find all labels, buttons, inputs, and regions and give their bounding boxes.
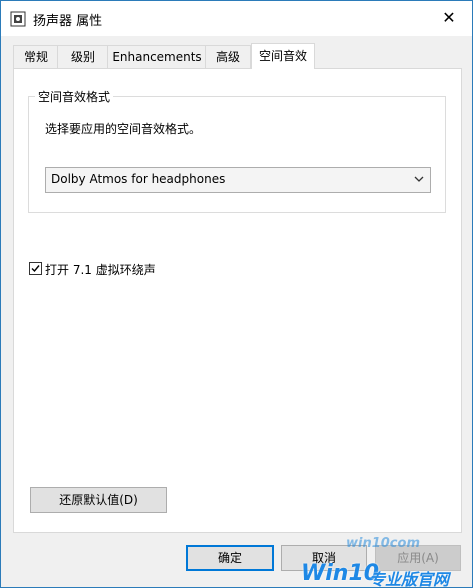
tab-enhancements[interactable]: Enhancements	[107, 45, 207, 68]
speaker-icon	[10, 11, 26, 27]
spatial-format-group: 空间音效格式 选择要应用的空间音效格式。 Dolby Atmos for hea…	[28, 88, 446, 213]
title-bar[interactable]: 扬声器 属性 ✕	[1, 1, 472, 36]
restore-defaults-button[interactable]: 还原默认值(D)	[30, 487, 167, 513]
window-title: 扬声器 属性	[33, 14, 103, 29]
dropdown-value: Dolby Atmos for headphones	[51, 172, 226, 186]
group-label: 空间音效格式	[35, 88, 114, 105]
chevron-down-icon	[414, 176, 424, 182]
virtual-surround-label: 打开 7.1 虚拟环绕声	[45, 263, 156, 277]
watermark-brand-suffix: 专业版官网	[369, 570, 450, 588]
checkmark-icon	[31, 265, 40, 273]
ok-button[interactable]: 确定	[186, 545, 274, 571]
tab-advanced[interactable]: 高级	[205, 45, 251, 68]
properties-window: 扬声器 属性 ✕ 常规 级别 Enhancements 高级 空间音效 空间音效…	[0, 0, 473, 588]
virtual-surround-checkbox[interactable]	[29, 262, 42, 275]
format-hint: 选择要应用的空间音效格式。	[45, 122, 202, 136]
tab-spatial-sound[interactable]: 空间音效	[251, 43, 315, 69]
watermark-url: win10com	[346, 536, 420, 551]
watermark-brand: Win10	[301, 561, 380, 586]
tab-panel: 空间音效格式 选择要应用的空间音效格式。 Dolby Atmos for hea…	[13, 68, 462, 533]
tab-levels[interactable]: 级别	[57, 45, 109, 68]
tab-general[interactable]: 常规	[13, 45, 59, 68]
close-icon: ✕	[442, 8, 456, 27]
close-button[interactable]: ✕	[426, 1, 472, 36]
spatial-format-dropdown[interactable]: Dolby Atmos for headphones	[45, 167, 431, 193]
